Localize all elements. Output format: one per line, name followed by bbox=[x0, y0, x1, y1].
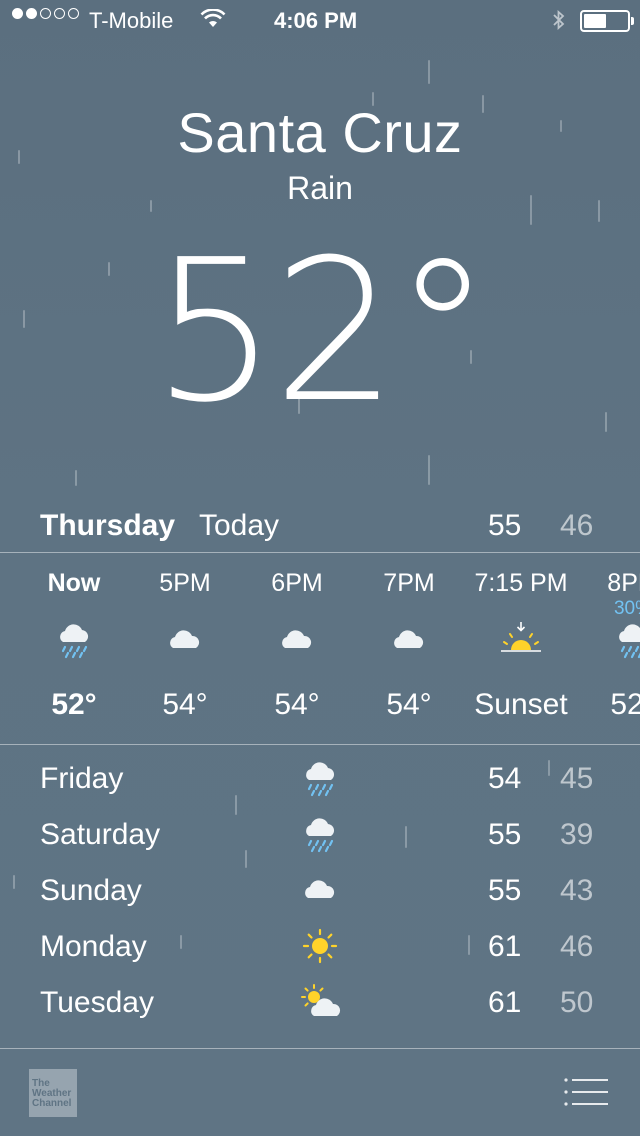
list-icon bbox=[564, 1078, 608, 1106]
daily-day: Tuesday bbox=[40, 986, 154, 1019]
hourly-precip bbox=[241, 598, 353, 618]
cloud-icon bbox=[241, 620, 353, 668]
hourly-value: Sunset bbox=[474, 688, 568, 721]
sunset-icon bbox=[465, 620, 577, 668]
hourly-precip bbox=[353, 598, 465, 618]
hourly-value: 52° bbox=[51, 688, 97, 721]
sun-icon bbox=[300, 926, 340, 966]
current-condition: Rain bbox=[287, 170, 353, 206]
bottom-toolbar: The Weather Channel bbox=[0, 1049, 640, 1136]
battery-icon bbox=[580, 10, 634, 32]
hourly-precip bbox=[465, 598, 577, 618]
daily-row: Monday 61 46 bbox=[0, 920, 640, 976]
hourly-time: 8PM bbox=[607, 569, 640, 597]
cloud-icon bbox=[129, 620, 241, 668]
hourly-value: 54° bbox=[386, 688, 432, 721]
weather-channel-logo[interactable]: The Weather Channel bbox=[29, 1069, 77, 1117]
partly-cloudy-icon bbox=[300, 982, 341, 1022]
daily-day: Sunday bbox=[40, 874, 142, 907]
daily-day: Saturday bbox=[40, 818, 161, 851]
temperature-value: 52 bbox=[152, 218, 397, 446]
today-high: 55 bbox=[488, 509, 522, 542]
daily-high: 55 bbox=[488, 874, 522, 907]
today-summary: Thursday Today 55 46 bbox=[0, 505, 640, 545]
hourly-item: Now 52° bbox=[18, 553, 130, 722]
hourly-value: 54° bbox=[162, 688, 208, 721]
daily-day: Friday bbox=[40, 762, 124, 795]
signal-strength-icon bbox=[12, 8, 79, 19]
daily-high: 61 bbox=[488, 986, 522, 1019]
daily-row: Friday 54 45 bbox=[0, 752, 640, 808]
status-time: 4:06 PM bbox=[274, 8, 358, 33]
cloud-icon bbox=[353, 620, 465, 668]
hourly-time: 7:15 PM bbox=[474, 569, 568, 597]
rain-cloud-icon bbox=[577, 620, 640, 668]
hourly-item: 5PM 54° bbox=[129, 553, 241, 722]
bluetooth-icon bbox=[551, 8, 567, 38]
hourly-value: 52° bbox=[610, 688, 640, 721]
hourly-item: 8PM 30% 52° bbox=[577, 553, 640, 722]
hourly-value: 54° bbox=[274, 688, 320, 721]
daily-high: 55 bbox=[488, 818, 522, 851]
city-list-button[interactable] bbox=[562, 1077, 610, 1107]
divider bbox=[0, 744, 640, 745]
current-temperature: 52° bbox=[0, 218, 640, 446]
daily-low: 39 bbox=[560, 818, 594, 851]
rain-cloud-icon bbox=[300, 758, 340, 798]
wifi-icon bbox=[200, 8, 226, 35]
carrier-name: T-Mobile bbox=[89, 8, 174, 33]
today-day-name: Thursday bbox=[40, 509, 176, 542]
daily-low: 50 bbox=[560, 986, 594, 1019]
hourly-time: Now bbox=[47, 569, 101, 597]
daily-high: 54 bbox=[488, 762, 522, 795]
daily-high: 61 bbox=[488, 930, 522, 963]
daily-row: Tuesday 61 50 bbox=[0, 976, 640, 1032]
hourly-time: 5PM bbox=[159, 569, 211, 597]
cloud-icon bbox=[300, 870, 340, 910]
daily-low: 45 bbox=[560, 762, 594, 795]
today-label: Today bbox=[199, 509, 280, 542]
daily-day: Monday bbox=[40, 930, 147, 963]
daily-forecast[interactable]: Friday 54 45 Saturday 55 39 Sunday 55 43… bbox=[0, 752, 640, 1032]
hourly-time: 6PM bbox=[271, 569, 323, 597]
today-low: 46 bbox=[560, 509, 594, 542]
city-name: Santa Cruz bbox=[177, 101, 463, 164]
daily-low: 46 bbox=[560, 930, 594, 963]
hourly-item: 7PM 54° bbox=[353, 553, 465, 722]
daily-low: 43 bbox=[560, 874, 594, 907]
status-bar: T-Mobile 4:06 PM bbox=[0, 0, 640, 40]
daily-row: Sunday 55 43 bbox=[0, 864, 640, 920]
hourly-item: 7:15 PM Sunset bbox=[465, 553, 577, 722]
daily-row: Saturday 55 39 bbox=[0, 808, 640, 864]
hourly-precip bbox=[129, 598, 241, 618]
rain-cloud-icon bbox=[300, 814, 340, 854]
degree-symbol: ° bbox=[393, 218, 492, 446]
hourly-forecast[interactable]: Now 52° 5PM 54° 6PM 54° 7PM 54° 7:15 PM … bbox=[0, 553, 640, 743]
hourly-precip bbox=[18, 598, 130, 618]
hourly-item: 6PM 54° bbox=[241, 553, 353, 722]
hourly-precip: 30% bbox=[613, 598, 640, 619]
hourly-time: 7PM bbox=[383, 569, 435, 597]
rain-cloud-icon bbox=[18, 620, 130, 668]
